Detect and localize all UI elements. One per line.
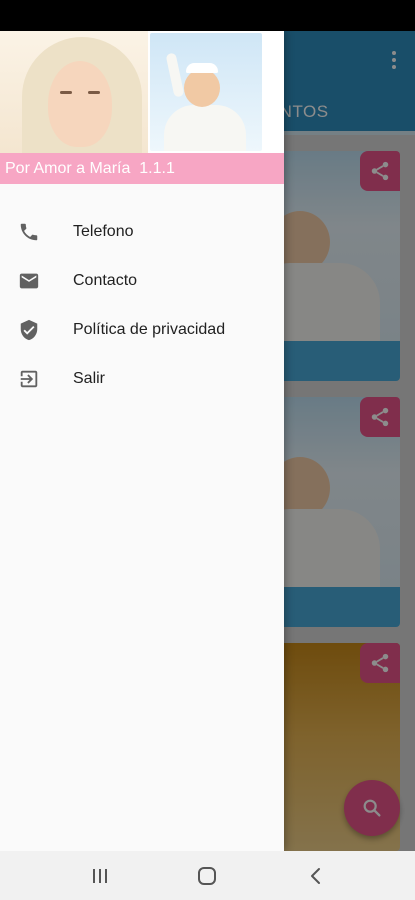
menu-item-label: Política de privacidad (73, 320, 226, 338)
status-bar (0, 0, 415, 31)
menu-item-telefono[interactable]: Telefono (0, 207, 284, 256)
navigation-drawer: Por Amor a María 1.1.1 Telefono Contacto… (0, 31, 284, 851)
drawer-menu: Telefono Contacto Política de privacidad… (0, 207, 284, 403)
pope-image (150, 33, 262, 151)
app-name-version: Por Amor a María 1.1.1 (0, 153, 284, 184)
menu-item-label: Telefono (73, 222, 134, 240)
menu-item-contacto[interactable]: Contacto (0, 256, 284, 305)
back-button[interactable] (303, 863, 329, 889)
recents-icon (93, 869, 107, 883)
recents-button[interactable] (87, 863, 113, 889)
menu-item-label: Salir (73, 369, 106, 387)
drawer-header: Por Amor a María 1.1.1 (0, 31, 284, 184)
exit-icon (17, 367, 41, 391)
menu-item-salir[interactable]: Salir (0, 354, 284, 403)
menu-item-politica-privacidad[interactable]: Política de privacidad (0, 305, 284, 354)
mail-icon (17, 269, 41, 293)
back-icon (311, 868, 320, 884)
menu-item-label: Contacto (73, 271, 138, 289)
virgin-mary-image (0, 31, 148, 153)
home-button[interactable] (194, 863, 220, 889)
shield-check-icon (17, 318, 41, 342)
system-nav-bar (0, 851, 415, 900)
home-icon (198, 867, 216, 885)
phone-icon (17, 220, 41, 244)
